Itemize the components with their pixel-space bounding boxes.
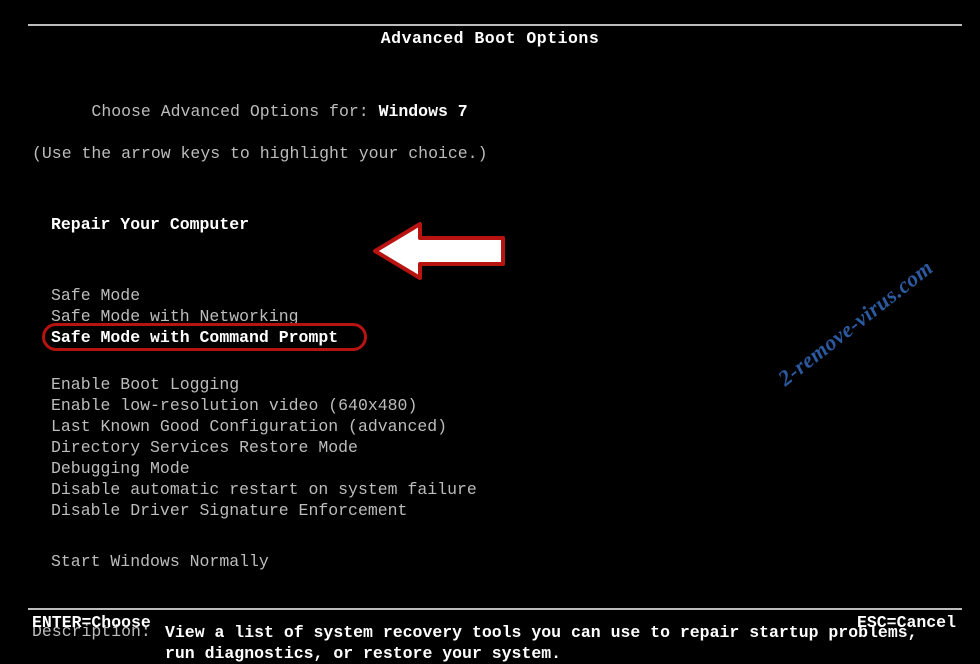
choose-label: Choose Advanced Options for: bbox=[91, 102, 378, 121]
option-boot-logging[interactable]: Enable Boot Logging bbox=[32, 374, 952, 395]
option-low-res-video[interactable]: Enable low-resolution video (640x480) bbox=[32, 395, 952, 416]
top-divider bbox=[28, 24, 962, 26]
option-safe-mode[interactable]: Safe Mode bbox=[32, 285, 952, 306]
option-ds-restore[interactable]: Directory Services Restore Mode bbox=[32, 437, 952, 458]
option-repair[interactable]: Repair Your Computer bbox=[32, 214, 952, 235]
footer-esc: ESC=Cancel bbox=[857, 613, 956, 632]
content-body: Choose Advanced Options for: Windows 7 (… bbox=[32, 80, 952, 664]
choose-line: Choose Advanced Options for: Windows 7 bbox=[32, 80, 952, 143]
option-last-known-good[interactable]: Last Known Good Configuration (advanced) bbox=[32, 416, 952, 437]
footer-enter: ENTER=Choose bbox=[32, 613, 151, 632]
footer-bar: ENTER=Choose ESC=Cancel bbox=[32, 613, 956, 632]
highlighted-option-wrap: Safe Mode with Command Prompt bbox=[32, 327, 952, 348]
hint-line: (Use the arrow keys to highlight your ch… bbox=[32, 143, 952, 164]
boot-options-screen: Advanced Boot Options Choose Advanced Op… bbox=[0, 0, 980, 650]
option-start-normally[interactable]: Start Windows Normally bbox=[32, 551, 952, 572]
os-name: Windows 7 bbox=[379, 102, 468, 121]
option-disable-auto-restart[interactable]: Disable automatic restart on system fail… bbox=[32, 479, 952, 500]
option-debugging[interactable]: Debugging Mode bbox=[32, 458, 952, 479]
option-disable-driver-sig[interactable]: Disable Driver Signature Enforcement bbox=[32, 500, 952, 521]
bottom-divider bbox=[28, 608, 962, 610]
screen-title: Advanced Boot Options bbox=[381, 29, 599, 48]
option-safe-mode-networking[interactable]: Safe Mode with Networking bbox=[32, 306, 952, 327]
option-safe-mode-cmd[interactable]: Safe Mode with Command Prompt bbox=[32, 327, 952, 348]
